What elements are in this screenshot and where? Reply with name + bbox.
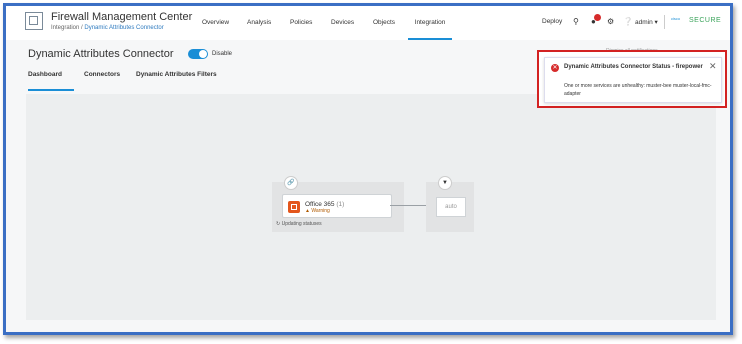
error-icon: ✕ — [551, 64, 559, 72]
connector-status: ▲ Warning — [305, 208, 330, 214]
notification-toast: ✕ Dynamic Attributes Connector Status - … — [544, 57, 722, 103]
connector-name: Office 365 — [305, 201, 335, 208]
toggle-label: Disable — [212, 51, 233, 57]
filter-node-auto[interactable]: auto — [436, 197, 466, 217]
link-icon[interactable]: 🔗 — [284, 176, 298, 190]
breadcrumb: Integration / Dynamic Attributes Connect… — [51, 25, 164, 31]
app-title: Firewall Management Center — [51, 11, 193, 23]
help-icon[interactable]: ❔ — [623, 17, 633, 26]
page-title: Dynamic Attributes Connector — [28, 48, 174, 60]
dashboard-canvas: Office 365 (1) ▲ Warning ↻ Updating stat… — [26, 94, 716, 320]
breadcrumb-parent[interactable]: Integration — [51, 25, 79, 31]
cisco-wordmark: cisco — [671, 16, 681, 21]
office365-icon — [288, 201, 300, 213]
deploy-button[interactable]: Deploy — [542, 18, 562, 25]
connector-count: (1) — [336, 201, 345, 208]
nav-overview[interactable]: Overview — [202, 6, 229, 40]
nav-analysis[interactable]: Analysis — [247, 6, 271, 40]
toggle-knob — [199, 50, 207, 58]
tab-dashboard[interactable]: Dashboard — [28, 71, 74, 91]
close-icon[interactable]: ✕ — [709, 61, 717, 72]
tab-dynamic-attributes-filters[interactable]: Dynamic Attributes Filters — [136, 71, 217, 89]
user-name: admin — [635, 19, 653, 26]
secure-brand: SECURE — [689, 17, 722, 24]
divider — [664, 15, 665, 29]
toast-title: Dynamic Attributes Connector Status - fi… — [564, 64, 703, 70]
enable-toggle[interactable] — [188, 49, 208, 59]
user-menu[interactable]: admin ▾ — [635, 18, 658, 26]
gear-icon[interactable]: ⚙ — [607, 17, 614, 26]
nav-devices[interactable]: Devices — [331, 6, 354, 40]
firewall-logo-icon[interactable] — [25, 12, 43, 30]
app-window: Firewall Management Center Integration /… — [3, 3, 733, 335]
filter-group: auto — [426, 182, 474, 232]
breadcrumb-current[interactable]: Dynamic Attributes Connector — [84, 25, 163, 31]
filter-icon[interactable]: ▼ — [438, 176, 452, 190]
updating-text: Updating statuses — [281, 221, 322, 227]
tab-connectors[interactable]: Connectors — [84, 71, 120, 89]
notification-highlight: ✕ Dynamic Attributes Connector Status - … — [537, 50, 727, 108]
connector-card-office365[interactable]: Office 365 (1) ▲ Warning — [282, 194, 392, 218]
nav-objects[interactable]: Objects — [373, 6, 395, 40]
notification-badge — [594, 14, 601, 21]
connector-status-text: Warning — [311, 208, 330, 214]
nav-integration[interactable]: Integration — [408, 6, 452, 40]
toast-message: One or more services are unhealthy: must… — [564, 83, 712, 97]
nav-policies[interactable]: Policies — [290, 6, 312, 40]
cisco-logo: cisco — [671, 16, 680, 21]
warning-icon: ▲ — [305, 208, 310, 214]
connector-title: Office 365 (1) — [305, 201, 344, 208]
search-icon[interactable]: ⚲ — [573, 17, 579, 26]
top-navigation-bar: Firewall Management Center Integration /… — [6, 6, 730, 41]
updating-statuses: ↻ Updating statuses — [276, 221, 322, 227]
